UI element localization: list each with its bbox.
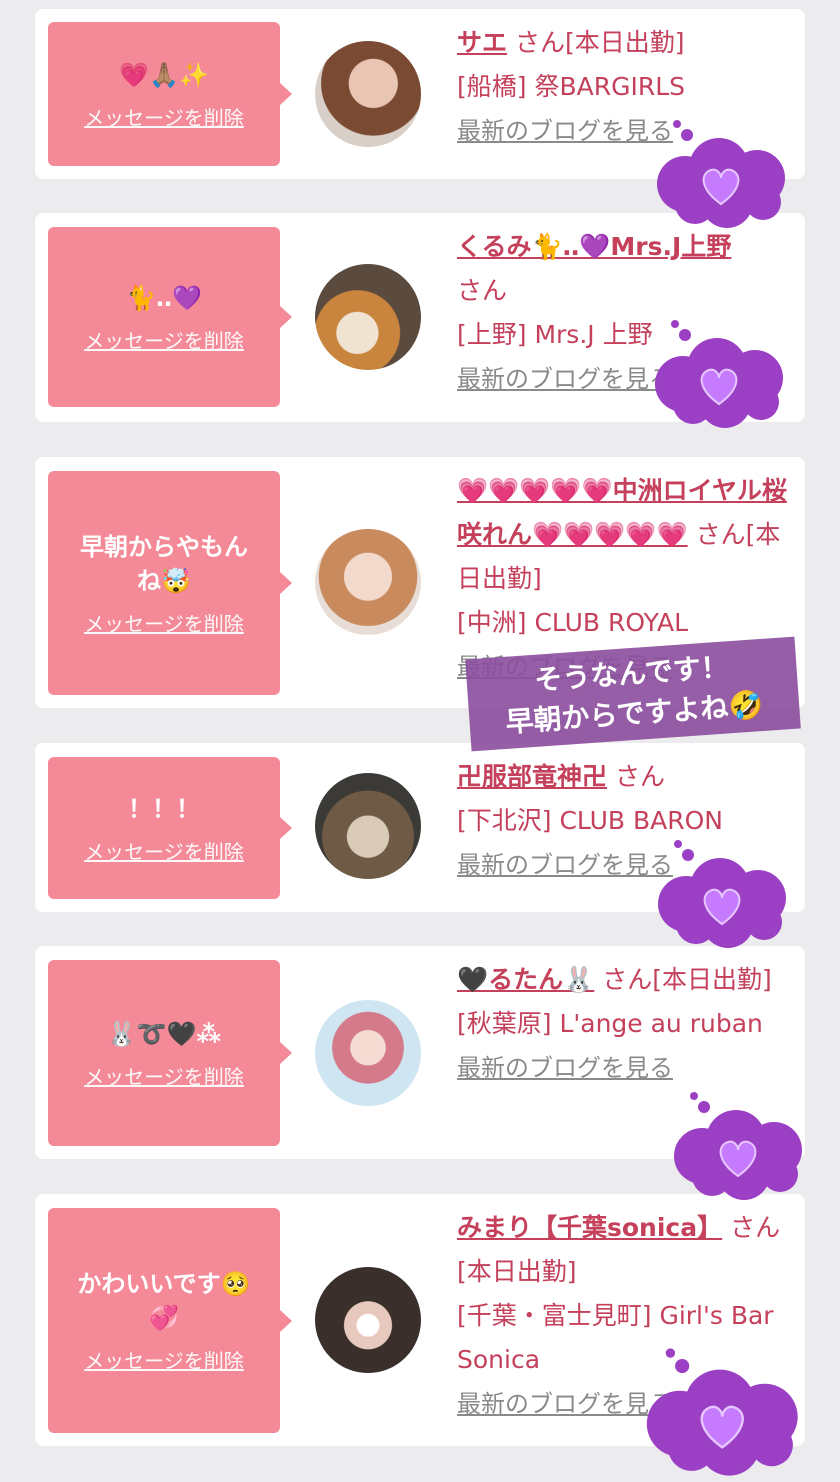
name-suffix: さん[本日出勤] bbox=[602, 965, 772, 994]
blog-link[interactable]: 最新のブログを見る bbox=[457, 365, 673, 393]
girl-name-link[interactable]: くるみ🐈‥💜Mrs.J上野 bbox=[457, 232, 731, 261]
delete-message-link[interactable]: メッセージを削除 bbox=[84, 836, 244, 865]
shop-name: [船橋] 祭BARGIRLS bbox=[457, 72, 685, 101]
message-bubble: 🐰➰🖤⁂ メッセージを削除 bbox=[48, 960, 292, 1146]
shop-name: [中洲] CLUB ROYAL bbox=[457, 608, 689, 637]
name-suffix: さん bbox=[457, 276, 508, 305]
message-text: 🐈‥💜 bbox=[126, 283, 202, 312]
message-text: ！！！ bbox=[128, 794, 200, 823]
avatar[interactable] bbox=[315, 264, 421, 370]
girl-name-link[interactable]: サエ bbox=[457, 28, 507, 57]
blog-link[interactable]: 最新のブログを見る bbox=[457, 1054, 673, 1082]
purple-heart-icon bbox=[658, 840, 786, 948]
message-bubble: 早朝からやもんね🤯 メッセージを削除 bbox=[48, 471, 292, 695]
message-text: 🐰➰🖤⁂ bbox=[106, 1019, 222, 1048]
avatar[interactable] bbox=[315, 1000, 421, 1106]
purple-heart-icon bbox=[657, 120, 785, 228]
message-bubble: 🐈‥💜 メッセージを削除 bbox=[48, 227, 292, 407]
name-suffix: さん[本日出勤] bbox=[514, 28, 685, 57]
message-bubble: 💗🙏🏽✨ メッセージを削除 bbox=[48, 22, 292, 166]
purple-heart-icon bbox=[646, 1348, 798, 1476]
purple-heart-icon bbox=[655, 320, 783, 428]
avatar[interactable] bbox=[315, 1267, 421, 1373]
girl-name-link[interactable]: 卍服部竜神卍 bbox=[457, 762, 607, 791]
delete-message-link[interactable]: メッセージを削除 bbox=[84, 102, 244, 131]
blog-link[interactable]: 最新のブログを見る bbox=[457, 117, 673, 145]
delete-message-link[interactable]: メッセージを削除 bbox=[84, 1345, 244, 1374]
delete-message-link[interactable]: メッセージを削除 bbox=[84, 325, 244, 354]
message-bubble: かわいいです🥺💞 メッセージを削除 bbox=[48, 1208, 292, 1433]
message-text: かわいいです🥺💞 bbox=[77, 1270, 251, 1332]
avatar[interactable] bbox=[315, 773, 421, 879]
shop-name: [秋葉原] L'ange au ruban bbox=[457, 1009, 763, 1038]
girl-name-link[interactable]: みまり【千葉sonica】 bbox=[457, 1213, 722, 1242]
purple-heart-icon bbox=[674, 1092, 802, 1200]
shop-name: [下北沢] CLUB BARON bbox=[457, 806, 723, 835]
avatar[interactable] bbox=[315, 529, 421, 635]
avatar[interactable] bbox=[315, 41, 421, 147]
message-text: 早朝からやもんね🤯 bbox=[80, 532, 248, 595]
blog-link[interactable]: 最新のブログを見る bbox=[457, 851, 673, 879]
delete-message-link[interactable]: メッセージを削除 bbox=[84, 1061, 244, 1090]
delete-message-link[interactable]: メッセージを削除 bbox=[84, 608, 244, 637]
message-text: 💗🙏🏽✨ bbox=[119, 60, 209, 89]
girl-name-link[interactable]: 🖤るたん🐰 bbox=[457, 965, 594, 994]
message-bubble: ！！！ メッセージを削除 bbox=[48, 757, 292, 899]
shop-name: [上野] Mrs.J 上野 bbox=[457, 320, 653, 349]
name-suffix: さん bbox=[614, 762, 665, 791]
